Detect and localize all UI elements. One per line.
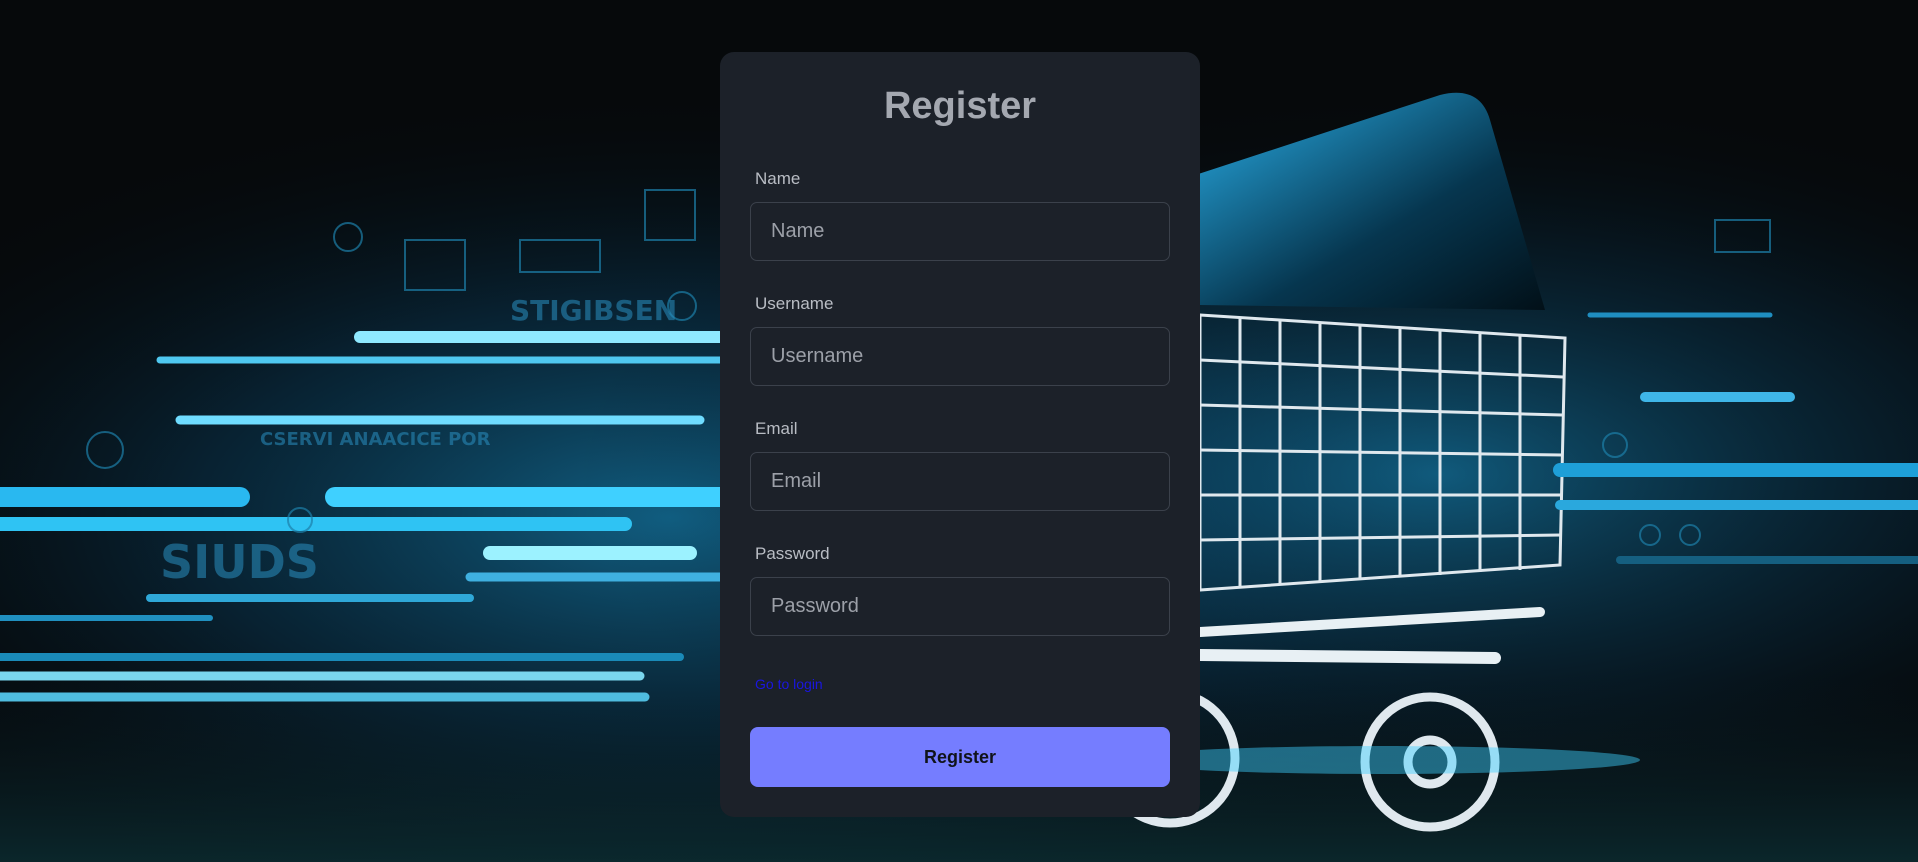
email-input[interactable] bbox=[750, 452, 1170, 511]
name-input[interactable] bbox=[750, 202, 1170, 261]
go-to-login-link[interactable]: Go to login bbox=[755, 676, 823, 692]
password-label: Password bbox=[755, 544, 830, 563]
svg-text:SIUDS: SIUDS bbox=[160, 535, 319, 589]
name-label: Name bbox=[755, 169, 801, 188]
username-input[interactable] bbox=[750, 327, 1170, 386]
username-label: Username bbox=[755, 294, 834, 313]
svg-text:CSERVI ANAACICE POR: CSERVI ANAACICE POR bbox=[260, 429, 491, 450]
form-title: Register bbox=[883, 85, 1037, 127]
email-label: Email bbox=[755, 419, 798, 438]
register-form: Register Name Username Email Password Go… bbox=[720, 52, 1200, 817]
password-input[interactable] bbox=[750, 577, 1170, 636]
register-button[interactable]: Register bbox=[750, 727, 1170, 787]
svg-text:STIGIBSEN: STIGIBSEN bbox=[510, 294, 677, 327]
